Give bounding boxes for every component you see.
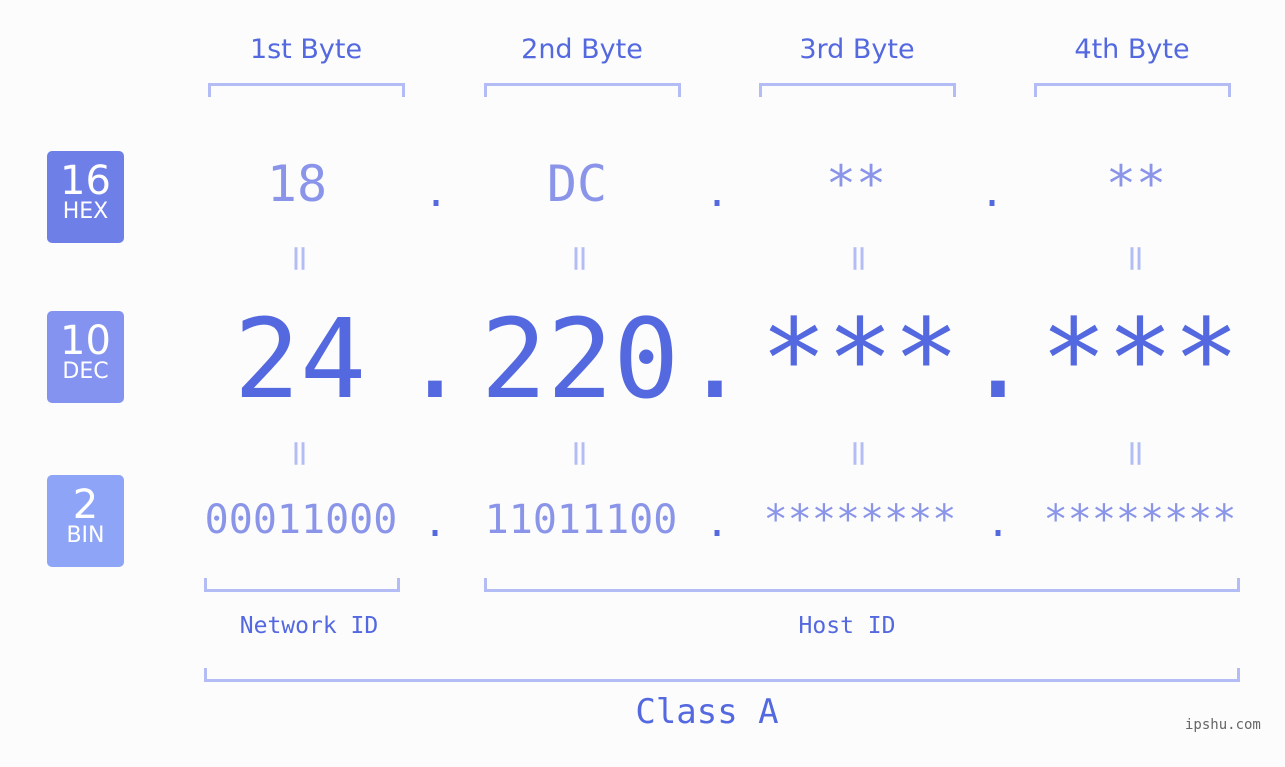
hex-byte-2: DC — [546, 155, 608, 213]
bin-byte-2: 11011100 — [484, 497, 678, 543]
dec-badge-label: DEC — [62, 359, 109, 384]
hex-dot-3: . — [979, 170, 1005, 216]
dec-dot-2: . — [681, 295, 749, 423]
dec-byte-3: *** — [760, 295, 960, 423]
dec-dot-1: . — [401, 295, 469, 423]
network-id-bracket — [204, 578, 400, 592]
hex-byte-3: ** — [825, 155, 887, 213]
bin-badge: 2 BIN — [47, 475, 124, 567]
hex-badge-label: HEX — [62, 199, 109, 224]
bin-dot-1: . — [422, 500, 448, 546]
bin-badge-label: BIN — [66, 523, 105, 548]
dec-dot-3: . — [964, 295, 1032, 423]
class-bracket — [204, 668, 1240, 682]
dec-badge-number: 10 — [60, 318, 111, 364]
equals-icon: = — [838, 438, 880, 469]
byte-label-1: 1st Byte — [249, 34, 363, 65]
bin-byte-4: ******** — [1043, 497, 1237, 543]
equals-icon: = — [279, 438, 321, 469]
hex-byte-4: ** — [1105, 155, 1167, 213]
byte-label-2: 2nd Byte — [521, 34, 643, 65]
equals-icon: = — [1115, 438, 1157, 469]
equals-icon: = — [838, 243, 880, 274]
watermark: ipshu.com — [1185, 717, 1261, 733]
bin-dot-3: . — [985, 500, 1011, 546]
dec-badge: 10 DEC — [47, 311, 124, 403]
hex-badge: 16 HEX — [47, 151, 124, 243]
byte-label-3: 3rd Byte — [799, 34, 915, 65]
bin-byte-1: 00011000 — [204, 497, 398, 543]
equals-icon: = — [1115, 243, 1157, 274]
byte-bracket-4 — [1034, 83, 1231, 97]
bin-byte-3: ******** — [763, 497, 957, 543]
hex-byte-1: 18 — [266, 155, 328, 213]
dec-byte-1: 24 — [233, 295, 367, 423]
network-id-label: Network ID — [239, 613, 379, 639]
equals-icon: = — [559, 243, 601, 274]
dec-byte-4: *** — [1040, 295, 1240, 423]
hex-dot-1: . — [423, 170, 449, 216]
byte-bracket-2 — [484, 83, 681, 97]
byte-bracket-3 — [759, 83, 956, 97]
hex-badge-number: 16 — [60, 158, 111, 204]
byte-label-4: 4th Byte — [1074, 34, 1190, 65]
host-id-bracket — [484, 578, 1240, 592]
host-id-label: Host ID — [798, 613, 896, 639]
bin-dot-2: . — [704, 500, 730, 546]
byte-bracket-1 — [208, 83, 405, 97]
equals-icon: = — [559, 438, 601, 469]
bin-badge-number: 2 — [72, 482, 99, 528]
equals-icon: = — [279, 243, 321, 274]
hex-dot-2: . — [704, 170, 730, 216]
dec-byte-2: 220 — [480, 295, 680, 423]
class-label: Class A — [635, 692, 779, 732]
